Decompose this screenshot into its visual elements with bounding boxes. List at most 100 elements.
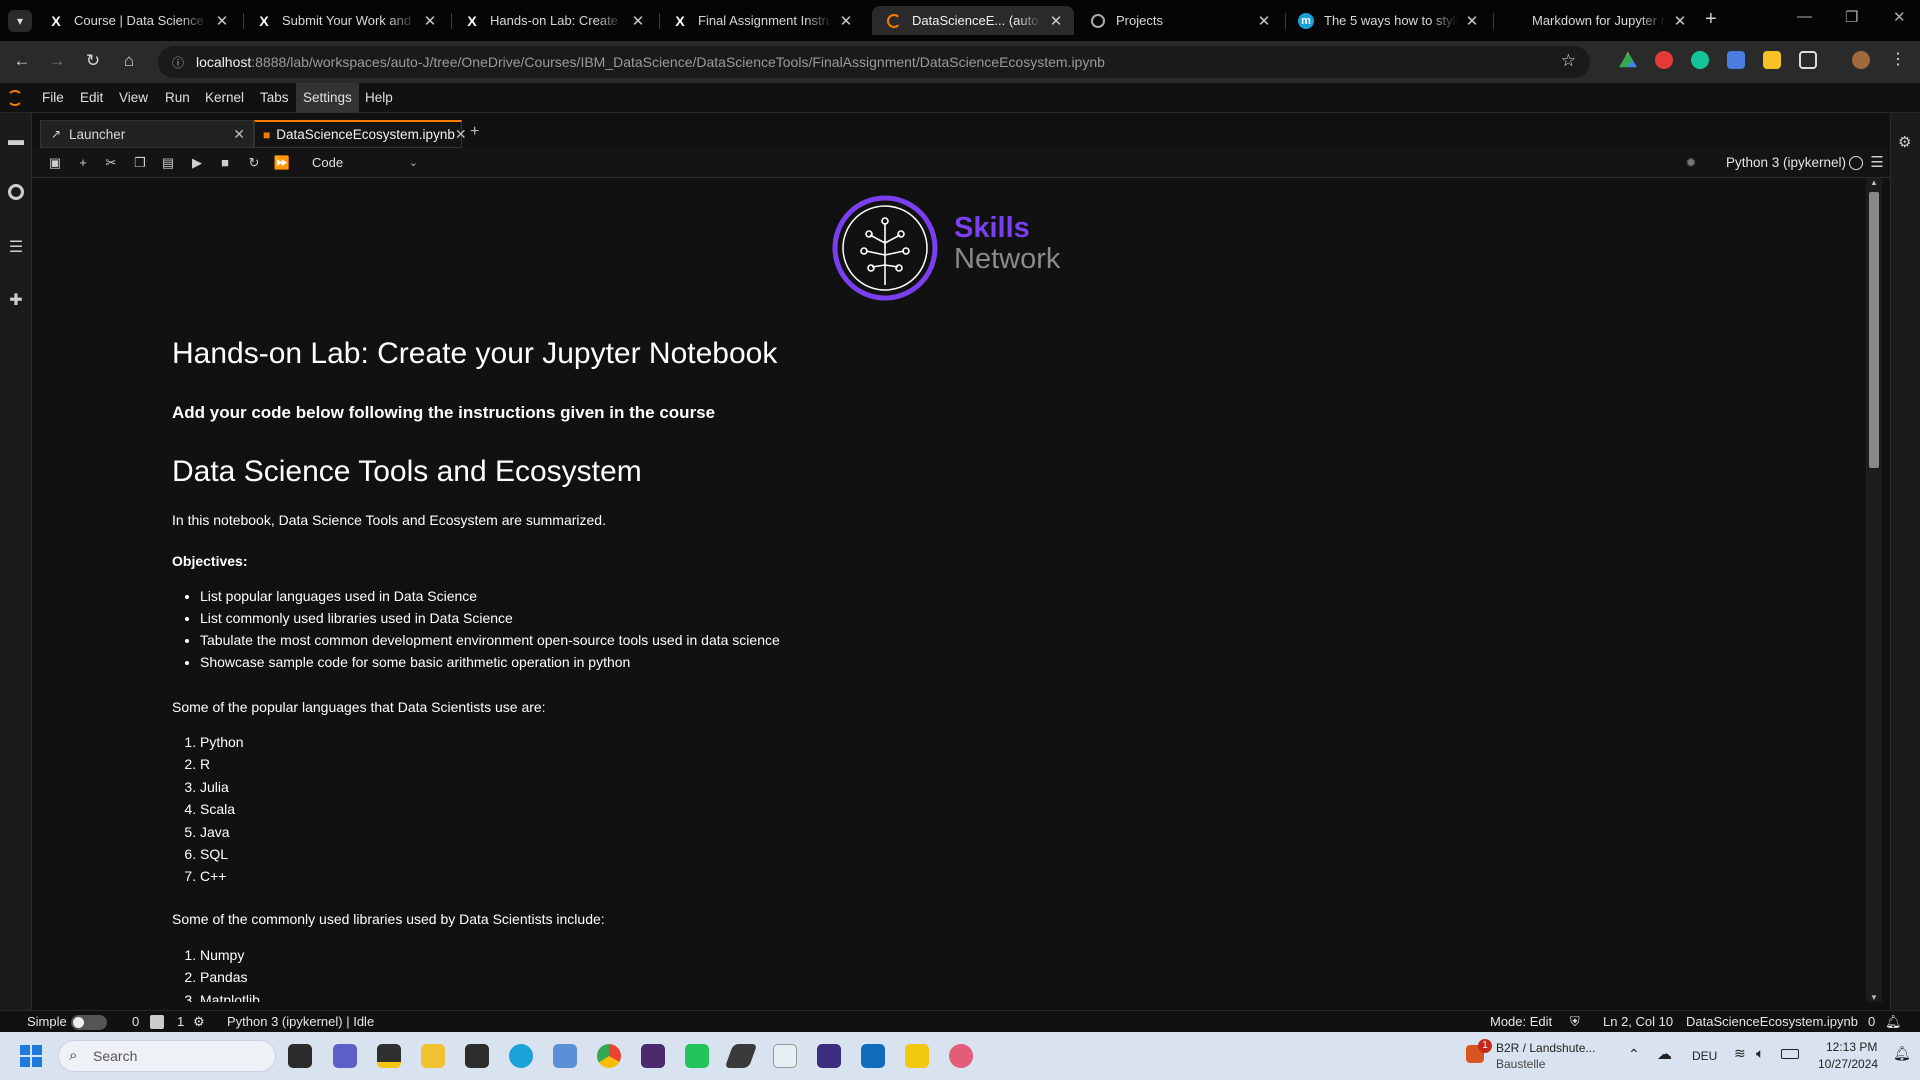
notifications-count[interactable]: 0 xyxy=(1868,1014,1875,1029)
menu-file[interactable]: File xyxy=(35,83,71,113)
table-of-contents-icon[interactable]: ☰ xyxy=(6,237,26,257)
restart-run-all-icon[interactable]: ⏩ xyxy=(273,154,291,172)
save-icon[interactable]: ▣ xyxy=(46,154,64,172)
kernel-name-button[interactable]: Python 3 (ipykernel) xyxy=(1726,148,1846,178)
hamburger-menu-icon[interactable]: ☰ xyxy=(1868,154,1886,172)
browser-tab[interactable]: m The 5 ways how to style t ✕ xyxy=(1284,6,1490,35)
close-icon[interactable]: ✕ xyxy=(838,12,854,30)
outlook-icon[interactable] xyxy=(861,1044,885,1068)
edge-icon[interactable] xyxy=(509,1044,533,1068)
back-icon[interactable]: ← xyxy=(10,51,34,73)
insert-cell-icon[interactable]: + xyxy=(74,154,92,172)
debugger-bug-icon[interactable]: ✹ xyxy=(1682,154,1700,172)
browser-tab[interactable]: X Submit Your Work and Gr ✕ xyxy=(242,6,448,35)
clock-time[interactable]: 12:13 PM xyxy=(1826,1040,1877,1054)
terminal-app-icon[interactable] xyxy=(465,1044,489,1068)
chevron-up-icon[interactable]: ⌃ xyxy=(1628,1046,1640,1063)
menu-settings[interactable]: Settings xyxy=(296,83,359,113)
browser-tab[interactable]: Projects ✕ xyxy=(1076,6,1282,35)
scroll-up-icon[interactable]: ▲ xyxy=(1870,178,1878,187)
restart-icon[interactable]: ↻ xyxy=(245,154,263,172)
app-purple-icon[interactable] xyxy=(641,1044,665,1068)
volume-icon[interactable]: 🔈︎ xyxy=(1756,1045,1764,1062)
close-window-icon[interactable]: ✕ xyxy=(1893,8,1906,26)
close-icon[interactable]: ✕ xyxy=(1672,12,1688,30)
power-bi-icon[interactable] xyxy=(905,1044,929,1068)
grammarly-icon[interactable] xyxy=(1691,51,1709,69)
close-icon[interactable]: ✕ xyxy=(1464,12,1480,30)
restore-icon[interactable]: ❐ xyxy=(1845,8,1858,26)
battery-icon[interactable] xyxy=(1781,1049,1799,1059)
property-inspector-icon[interactable]: ⚙ xyxy=(1898,133,1911,151)
reload-icon[interactable]: ↻ xyxy=(81,51,105,73)
browser-tab[interactable]: X Course | Data Science Too ✕ xyxy=(34,6,240,35)
scrollbar-thumb[interactable] xyxy=(1869,192,1879,468)
cloud-icon[interactable]: ☁ xyxy=(1657,1045,1672,1063)
clock-date[interactable]: 10/27/2024 xyxy=(1818,1057,1878,1071)
close-icon[interactable]: ✕ xyxy=(422,12,438,30)
site-info-icon[interactable]: ⓘ xyxy=(172,54,184,71)
paste-icon[interactable]: ▤ xyxy=(159,154,177,172)
menu-tabs[interactable]: Tabs xyxy=(253,83,296,113)
file-explorer-icon[interactable] xyxy=(421,1044,445,1068)
forward-icon[interactable]: → xyxy=(45,51,69,73)
snipping-tool-icon[interactable] xyxy=(949,1044,973,1068)
photos-icon[interactable] xyxy=(553,1044,577,1068)
menu-run[interactable]: Run xyxy=(158,83,197,113)
run-icon[interactable]: ▶ xyxy=(188,154,206,172)
menu-kernel[interactable]: Kernel xyxy=(198,83,251,113)
close-icon[interactable]: ✕ xyxy=(1048,12,1064,30)
browser-menu-icon[interactable]: ⋮ xyxy=(1890,49,1906,69)
extensions-puzzle-icon[interactable] xyxy=(1799,51,1817,69)
kernels-count[interactable]: 1 xyxy=(177,1014,184,1029)
new-launcher-button[interactable]: + xyxy=(470,123,479,141)
simple-mode-toggle[interactable] xyxy=(71,1015,107,1030)
cut-icon[interactable]: ✂ xyxy=(102,154,120,172)
close-icon[interactable]: ✕ xyxy=(630,12,646,30)
minimize-icon[interactable]: — xyxy=(1797,8,1812,25)
menu-view[interactable]: View xyxy=(112,83,155,113)
cell-type-select[interactable]: Code ⌄ xyxy=(308,153,418,173)
cursor-position[interactable]: Ln 2, Col 10 xyxy=(1603,1014,1673,1029)
task-view-icon[interactable] xyxy=(288,1044,312,1068)
terminals-count[interactable]: 0 xyxy=(132,1014,139,1029)
tab-search-button[interactable]: ▾ xyxy=(8,10,32,32)
teams-icon[interactable] xyxy=(333,1044,357,1068)
tab-launcher[interactable]: ↗ Launcher ✕ xyxy=(40,120,254,148)
translate-icon[interactable] xyxy=(1727,51,1745,69)
profile-avatar[interactable] xyxy=(1852,51,1870,69)
browser-tab[interactable]: X Hands-on Lab: Create you ✕ xyxy=(450,6,656,35)
close-icon[interactable]: ✕ xyxy=(233,126,245,143)
app-green-icon[interactable] xyxy=(685,1044,709,1068)
scroll-down-icon[interactable]: ▼ xyxy=(1870,993,1878,1002)
sticky-notes-icon[interactable] xyxy=(377,1044,401,1068)
tab-notebook[interactable]: ■ DataScienceEcosystem.ipynb ✕ xyxy=(254,120,467,148)
menu-help[interactable]: Help xyxy=(358,83,400,113)
close-icon[interactable]: ✕ xyxy=(1256,12,1272,30)
browser-tab[interactable]: Markdown for Jupyter no ✕ xyxy=(1492,6,1698,35)
new-tab-button[interactable]: + xyxy=(1705,8,1717,31)
running-kernels-icon[interactable] xyxy=(6,184,26,204)
chrome-icon[interactable] xyxy=(597,1044,621,1068)
extension-red-icon[interactable] xyxy=(1655,51,1673,69)
bookmark-star-icon[interactable]: ☆ xyxy=(1561,51,1576,71)
taskbar-search[interactable]: ⌕ Search xyxy=(58,1040,276,1072)
notebook-scrollbar[interactable]: ▲ ▼ xyxy=(1866,178,1882,1002)
address-bar[interactable]: ⓘ localhost:8888/lab/workspaces/auto-J/t… xyxy=(158,46,1590,78)
weather-widget[interactable]: 1 B2R / Landshute... Baustelle xyxy=(1466,1038,1626,1074)
copy-icon[interactable]: ❐ xyxy=(131,154,149,172)
home-icon[interactable]: ⌂ xyxy=(117,51,141,73)
notepad-icon[interactable] xyxy=(773,1044,797,1068)
kernel-status[interactable]: Python 3 (ipykernel) | Idle xyxy=(227,1014,374,1029)
close-icon[interactable]: ✕ xyxy=(455,126,467,143)
close-icon[interactable]: ✕ xyxy=(214,12,230,30)
extension-manager-icon[interactable]: ✚ xyxy=(6,290,26,310)
extension-yellow-icon[interactable] xyxy=(1763,51,1781,69)
folder-icon[interactable]: ▬ xyxy=(6,132,26,152)
notification-bell-icon[interactable]: 🔔︎ xyxy=(1893,1045,1911,1062)
bell-icon[interactable]: 🔔︎ xyxy=(1885,1014,1902,1030)
browser-tab-active[interactable]: DataScienceE... (auto-J) - J ✕ xyxy=(872,6,1074,35)
language-indicator[interactable]: DEU xyxy=(1692,1049,1717,1063)
menu-edit[interactable]: Edit xyxy=(73,83,110,113)
stop-icon[interactable]: ■ xyxy=(216,154,234,172)
